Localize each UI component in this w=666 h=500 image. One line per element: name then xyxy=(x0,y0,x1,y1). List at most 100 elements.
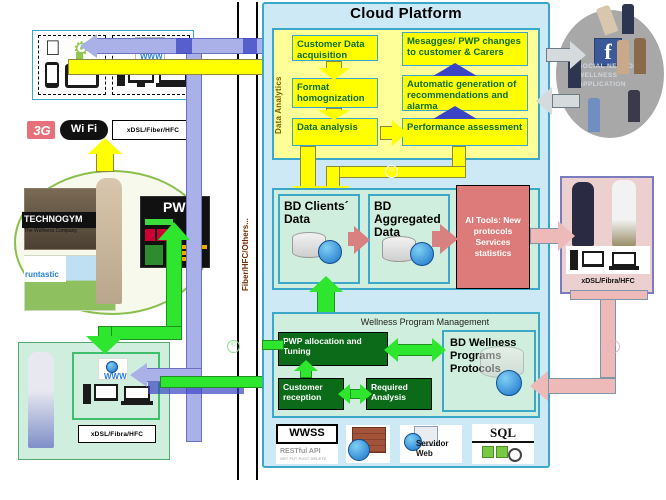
magnifier-icon xyxy=(508,448,522,462)
tag-wifi: Wi Fi xyxy=(60,120,108,140)
box-customer-reception-label: Customer reception xyxy=(283,382,323,402)
pink-ai-out-head xyxy=(558,221,575,251)
www-page-icon-nurse: WWW xyxy=(98,358,128,381)
bd-wellness-cell[interactable]: BD Wellness Programs Protocols xyxy=(442,330,536,412)
social-figure-2 xyxy=(617,40,629,74)
purple-bottom-arrowhead xyxy=(130,363,147,387)
technogym-logo: TECHNOGYM xyxy=(22,212,96,228)
purple-joint-b xyxy=(243,38,257,54)
nurse-monitor-icon xyxy=(94,384,118,401)
green-up-bar-pwp xyxy=(166,236,182,336)
pink-down-bar xyxy=(600,294,616,378)
copyright-mark-3: © xyxy=(218,200,231,213)
service-wwss-sub2: GET PUT POST DELETE xyxy=(280,456,327,461)
facebook-glyph: f xyxy=(604,39,612,64)
globe-icon-clients xyxy=(318,240,342,264)
nurse-access-label: xDSL/Fibra/HFC xyxy=(78,425,156,443)
sql-cube-icon-2 xyxy=(496,446,508,458)
arrow-auto-to-messages-head xyxy=(433,63,477,76)
yellow-route-right-v xyxy=(452,146,466,168)
nurse-laptop-icon xyxy=(124,386,150,401)
service-servidor-web[interactable]: Servidor Web xyxy=(400,425,462,463)
arrow-pwp-to-bdwell-head-r xyxy=(432,338,446,362)
service-wwss-label: WWSS xyxy=(289,427,325,439)
presenter-figure xyxy=(96,178,122,304)
doctors-access-label: xDSL/Fibra/HFC xyxy=(581,278,635,285)
service-sql-label: SQL xyxy=(472,425,534,443)
green-up-arrowhead-pwp xyxy=(158,222,190,240)
doctor-figure-male xyxy=(612,180,636,246)
box-format-homognization[interactable]: Format homognization xyxy=(292,78,378,108)
pink-left-head xyxy=(530,371,548,401)
arrow-clients-to-aggregated-bar xyxy=(348,232,356,246)
nurse-access-text: xDSL/Fibra/HFC xyxy=(90,430,144,438)
arrow-clients-to-aggregated xyxy=(354,226,370,254)
doctor-monitor-icon xyxy=(582,251,604,267)
globe-icon-firewall xyxy=(348,439,370,461)
nurse-figure xyxy=(28,352,54,448)
gray-arrow-in-head xyxy=(536,87,552,115)
pink-top-bar xyxy=(570,290,648,300)
box-customer-data-acquisition-label: Customer Data acquisition xyxy=(297,39,365,61)
tag-xdsl-label: xDSL/Fiber/HFC xyxy=(126,126,180,134)
yellow-inbound-bar xyxy=(68,59,268,75)
bd-clients-data-label: BD Clients´ Data xyxy=(284,199,349,226)
wellness-program-title: Wellness Program Management xyxy=(360,317,490,327)
service-servidor-web-label: Servidor Web xyxy=(416,439,449,458)
tag-3g-label: 3G xyxy=(33,123,51,138)
service-sql[interactable]: SQL xyxy=(472,424,534,464)
service-wwss-sub: RESTful API xyxy=(280,448,321,455)
social-figure-3 xyxy=(634,38,646,74)
arrow-aggregated-to-ai-bar xyxy=(432,231,442,247)
globe-icon-aggregated xyxy=(410,242,434,266)
box-data-analysis-label: Data analysis xyxy=(297,122,358,133)
box-performance-assessment[interactable]: Performance assessment xyxy=(402,118,528,146)
green-cloud-inbound xyxy=(262,340,284,350)
copyright-mark-2: © xyxy=(607,340,620,353)
arrow-perf-to-auto-head xyxy=(433,106,477,119)
purple-top-arrowhead xyxy=(80,34,97,58)
technogym-tagline: The Wellness Company xyxy=(24,228,77,234)
service-firewall[interactable] xyxy=(346,425,390,463)
box-performance-assessment-label: Performance assessment xyxy=(407,122,523,133)
box-data-analysis[interactable]: Data analysis xyxy=(292,118,378,146)
runtastic-logo: runtastic xyxy=(24,256,66,282)
ai-tools-box[interactable]: AI Tools: New protocols Services statist… xyxy=(456,185,530,289)
ai-tools-label: AI Tools: New protocols Services statist… xyxy=(465,215,521,258)
doctor-figure-female xyxy=(572,182,594,246)
smartphone-icon xyxy=(45,62,59,88)
arrow-pwp-to-bdwell-bar xyxy=(396,344,434,356)
green-down-arrowhead-nurse xyxy=(86,336,124,354)
globe-icon-wellness xyxy=(496,370,522,396)
doctors-devices-group xyxy=(566,246,650,274)
box-format-homognization-label: Format homognization xyxy=(297,82,365,104)
box-customer-data-acquisition[interactable]: Customer Data acquisition xyxy=(292,35,378,61)
diagram-canvas:  ⚙ ■ WWW 3G Wi Fi xDSL xyxy=(0,0,666,500)
arrow-aggregated-to-ai xyxy=(440,224,458,254)
cloud-platform-title: Cloud Platform xyxy=(350,5,462,22)
arrow-reception-to-pwp-head xyxy=(294,360,318,371)
box-customer-reception[interactable]: Customer reception xyxy=(278,378,344,410)
technogym-label: TECHNOGYM xyxy=(24,214,83,224)
tag-3g: 3G xyxy=(26,120,56,140)
copyright-mark-1: © xyxy=(385,165,398,178)
copyright-mark-4: © xyxy=(227,340,240,353)
doctor-laptop-icon xyxy=(612,252,636,266)
arrow-format-to-analysis-head xyxy=(318,110,350,120)
nurse-www-label: WWW xyxy=(104,372,127,381)
social-figure-4 xyxy=(628,90,640,122)
yellow-up-arrowhead xyxy=(88,138,122,154)
link-label: Fiber/HFC/Others... xyxy=(241,218,250,292)
service-wwss[interactable]: WWSS RESTful API GET PUT POST DELETE xyxy=(276,424,338,464)
social-figure-5 xyxy=(588,98,600,132)
arrow-analysis-to-perf-head xyxy=(392,120,407,146)
yellow-route-left-bar xyxy=(300,146,316,190)
apple-logo-icon:  xyxy=(45,38,61,59)
sql-cube-icon xyxy=(482,446,494,458)
arrow-pwp-to-bdwell-head-l xyxy=(384,338,398,362)
box-messages-pwp-changes[interactable]: Mesagges/ PWP changes to customer & Care… xyxy=(402,32,528,66)
green-wpm-to-bd-head xyxy=(309,276,343,292)
box-required-analysis[interactable]: Required Analysis xyxy=(366,378,432,410)
gray-arrow-out-head xyxy=(570,41,586,69)
tag-wifi-label: Wi Fi xyxy=(70,123,98,135)
